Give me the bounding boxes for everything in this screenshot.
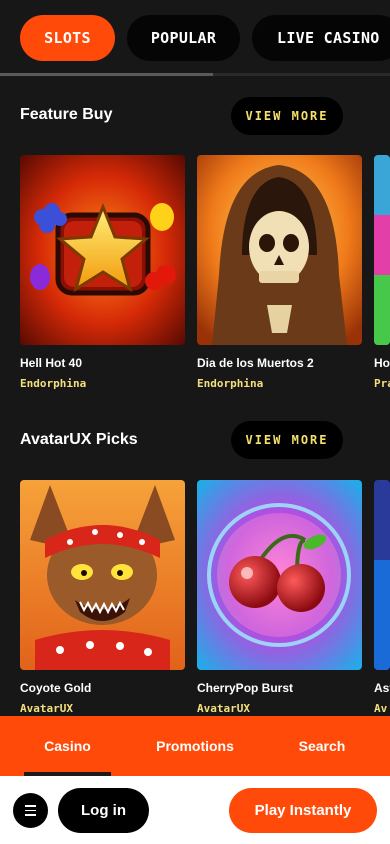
hamburger-icon (25, 805, 36, 807)
menu-button[interactable] (13, 793, 48, 828)
game-thumbnail[interactable] (20, 155, 185, 345)
skull-hooded-image (197, 155, 362, 345)
hamburger-icon (25, 814, 36, 816)
nav-search[interactable]: Search (286, 716, 358, 776)
tabs-scrollbar[interactable] (0, 73, 213, 76)
game-name: Ho (374, 356, 390, 370)
game-provider: AvatarUX (197, 702, 250, 715)
hell-hot-star-image (20, 155, 185, 345)
game-name: Coyote Gold (20, 681, 92, 695)
game-thumbnail[interactable] (197, 480, 362, 670)
section-title-feature-buy: Feature Buy (20, 106, 113, 123)
game-thumbnail[interactable] (197, 155, 362, 345)
section-title-avatarux-picks: AvatarUX Picks (20, 431, 138, 448)
tab-live-casino[interactable]: LIVE CASINO (252, 15, 390, 61)
game-provider: Pra (374, 377, 390, 390)
coyote-image (20, 480, 185, 670)
game-provider: AvatarUX (20, 702, 73, 715)
nav-casino[interactable]: Casino (24, 716, 111, 776)
game-card[interactable]: Dia de los Muertos 2 Endorphina (197, 155, 362, 390)
cherry-bubble-image (197, 480, 362, 670)
nav-promotions[interactable]: Promotions (140, 716, 250, 776)
game-name: Hell Hot 40 (20, 356, 83, 370)
game-card[interactable]: Ho Pra (374, 155, 390, 390)
footer-bar: Log in Play Instantly (0, 776, 390, 844)
play-instantly-button[interactable]: Play Instantly (229, 788, 377, 833)
view-more-button-avatarux-picks[interactable]: VIEW MORE (231, 421, 343, 459)
game-name: CherryPop Burst (197, 681, 294, 695)
category-tabs: SLOTS POPULAR LIVE CASINO (0, 0, 390, 76)
login-button[interactable]: Log in (58, 788, 149, 833)
game-name: Ast (374, 681, 390, 695)
game-card[interactable]: Ast Av (374, 480, 390, 715)
hamburger-icon (25, 809, 36, 812)
tab-popular[interactable]: POPULAR (127, 15, 240, 61)
game-thumbnail-image (374, 155, 390, 345)
game-provider: Av (374, 702, 388, 715)
game-thumbnail[interactable] (20, 480, 185, 670)
game-card[interactable]: Hell Hot 40 Endorphina (20, 155, 185, 390)
game-name: Dia de los Muertos 2 (197, 356, 314, 370)
game-card[interactable]: CherryPop Burst AvatarUX (197, 480, 362, 715)
tab-slots[interactable]: SLOTS (20, 15, 115, 61)
view-more-button-feature-buy[interactable]: VIEW MORE (231, 97, 343, 135)
bottom-nav: Casino Promotions Search (0, 716, 390, 776)
game-thumbnail[interactable] (374, 155, 390, 345)
game-provider: Endorphina (20, 377, 87, 390)
game-card[interactable]: Coyote Gold AvatarUX (20, 480, 185, 715)
game-thumbnail[interactable] (374, 480, 390, 670)
game-thumbnail-image (374, 480, 390, 670)
game-provider: Endorphina (197, 377, 264, 390)
